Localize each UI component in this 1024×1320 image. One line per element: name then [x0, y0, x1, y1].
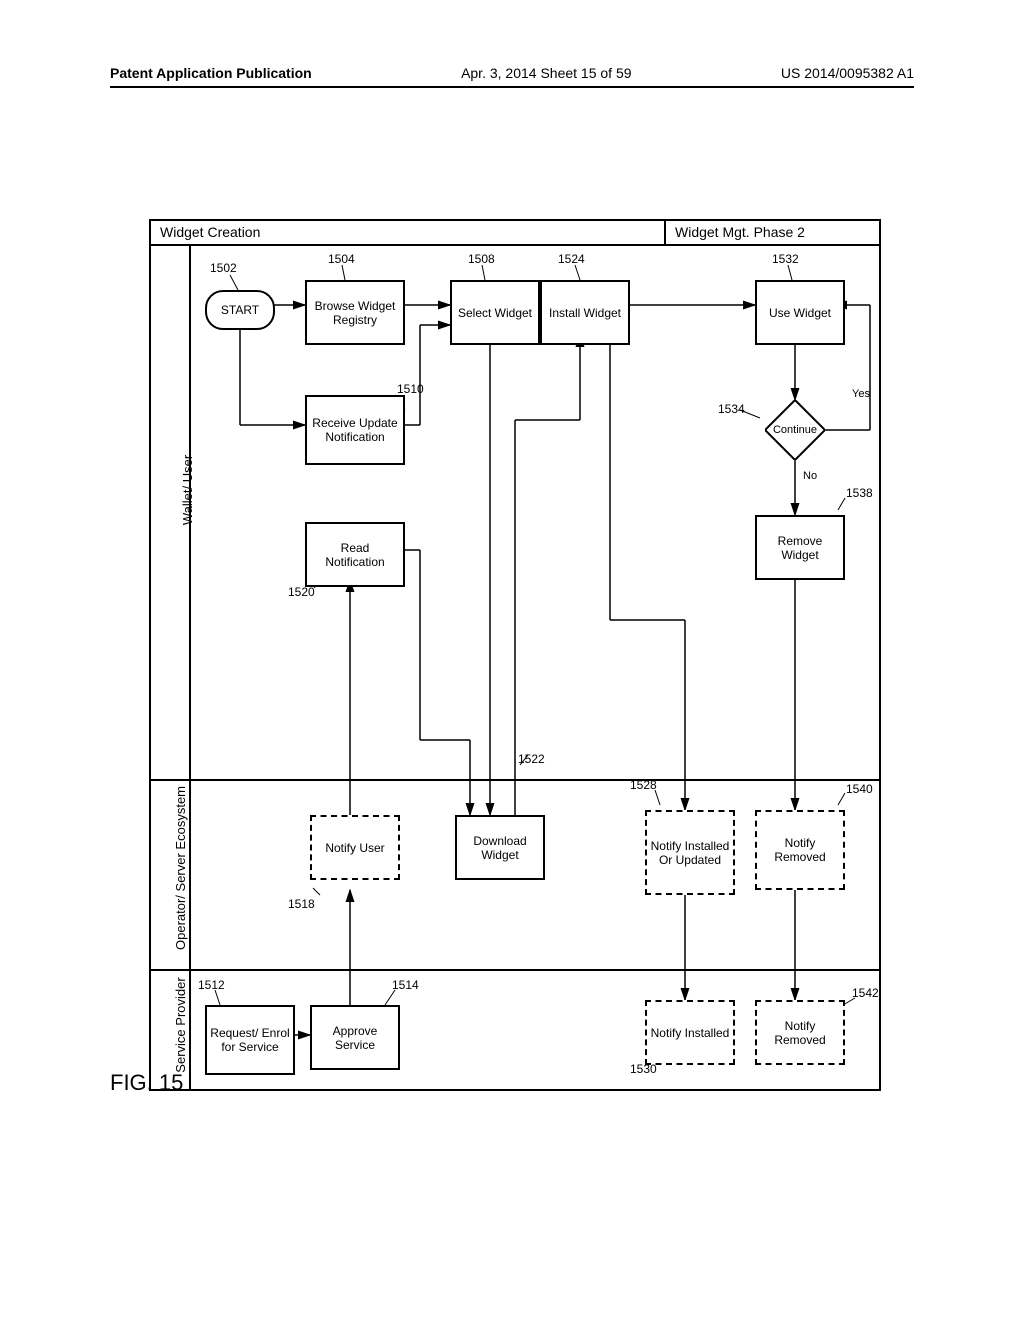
- ref-1510: 1510: [397, 382, 424, 396]
- receive-update-box: Receive Update Notification: [305, 395, 405, 465]
- notify-removed-sp-box: Notify Removed: [755, 1000, 845, 1065]
- download-widget-box: Download Widget: [455, 815, 545, 880]
- ref-1524: 1524: [558, 252, 585, 266]
- ref-1508: 1508: [468, 252, 495, 266]
- ref-1514: 1514: [392, 978, 419, 992]
- diagram-canvas: Widget Creation Widget Mgt. Phase 2 Wall…: [110, 200, 910, 1120]
- phase-widget-creation: Widget Creation: [160, 224, 260, 240]
- approve-service-box: Approve Service: [310, 1005, 400, 1070]
- ref-1520: 1520: [288, 585, 315, 599]
- continue-label: Continue: [773, 424, 817, 436]
- pub-number: US 2014/0095382 A1: [781, 65, 914, 81]
- lane-operator-server: Operator/ Server Ecosystem: [173, 790, 188, 950]
- ref-1542: 1542: [852, 986, 879, 1000]
- ref-1534: 1534: [718, 402, 745, 416]
- install-widget-box: Install Widget: [540, 280, 630, 345]
- page-header: Patent Application Publication Apr. 3, 2…: [110, 65, 914, 88]
- publication-label: Patent Application Publication: [110, 65, 312, 81]
- ref-1512: 1512: [198, 978, 225, 992]
- phase-widget-mgt-2: Widget Mgt. Phase 2: [675, 224, 805, 240]
- ref-1530: 1530: [630, 1062, 657, 1076]
- request-enrol-box: Request/ Enrol for Service: [205, 1005, 295, 1075]
- date-sheet: Apr. 3, 2014 Sheet 15 of 59: [461, 65, 631, 81]
- use-widget-box: Use Widget: [755, 280, 845, 345]
- remove-widget-box: Remove Widget: [755, 515, 845, 580]
- lane-service-provider: Service Provider: [173, 975, 188, 1075]
- notify-installed-sp-box: Notify Installed: [645, 1000, 735, 1065]
- ref-1518: 1518: [288, 897, 315, 911]
- ref-1528: 1528: [630, 778, 657, 792]
- ref-1522: 1522: [518, 752, 545, 766]
- select-widget-box: Select Widget: [450, 280, 540, 345]
- browse-registry-box: Browse Widget Registry: [305, 280, 405, 345]
- ref-1540: 1540: [846, 782, 873, 796]
- ref-1532: 1532: [772, 252, 799, 266]
- lane-wallet-user: Wallet/ User: [180, 390, 195, 590]
- start-box: START: [205, 290, 275, 330]
- figure-label: FIG. 15: [110, 1070, 183, 1096]
- notify-removed-op-box: Notify Removed: [755, 810, 845, 890]
- ref-1502: 1502: [210, 261, 237, 275]
- edge-yes: Yes: [852, 388, 870, 400]
- ref-1504: 1504: [328, 252, 355, 266]
- notify-user-box: Notify User: [310, 815, 400, 880]
- figure-frame: Widget Creation Widget Mgt. Phase 2 Wall…: [110, 200, 910, 1120]
- read-notification-box: Read Notification: [305, 522, 405, 587]
- notify-installed-updated-box: Notify Installed Or Updated: [645, 810, 735, 895]
- ref-1538: 1538: [846, 486, 873, 500]
- edge-no: No: [803, 470, 817, 482]
- continue-decision: Continue: [765, 400, 825, 460]
